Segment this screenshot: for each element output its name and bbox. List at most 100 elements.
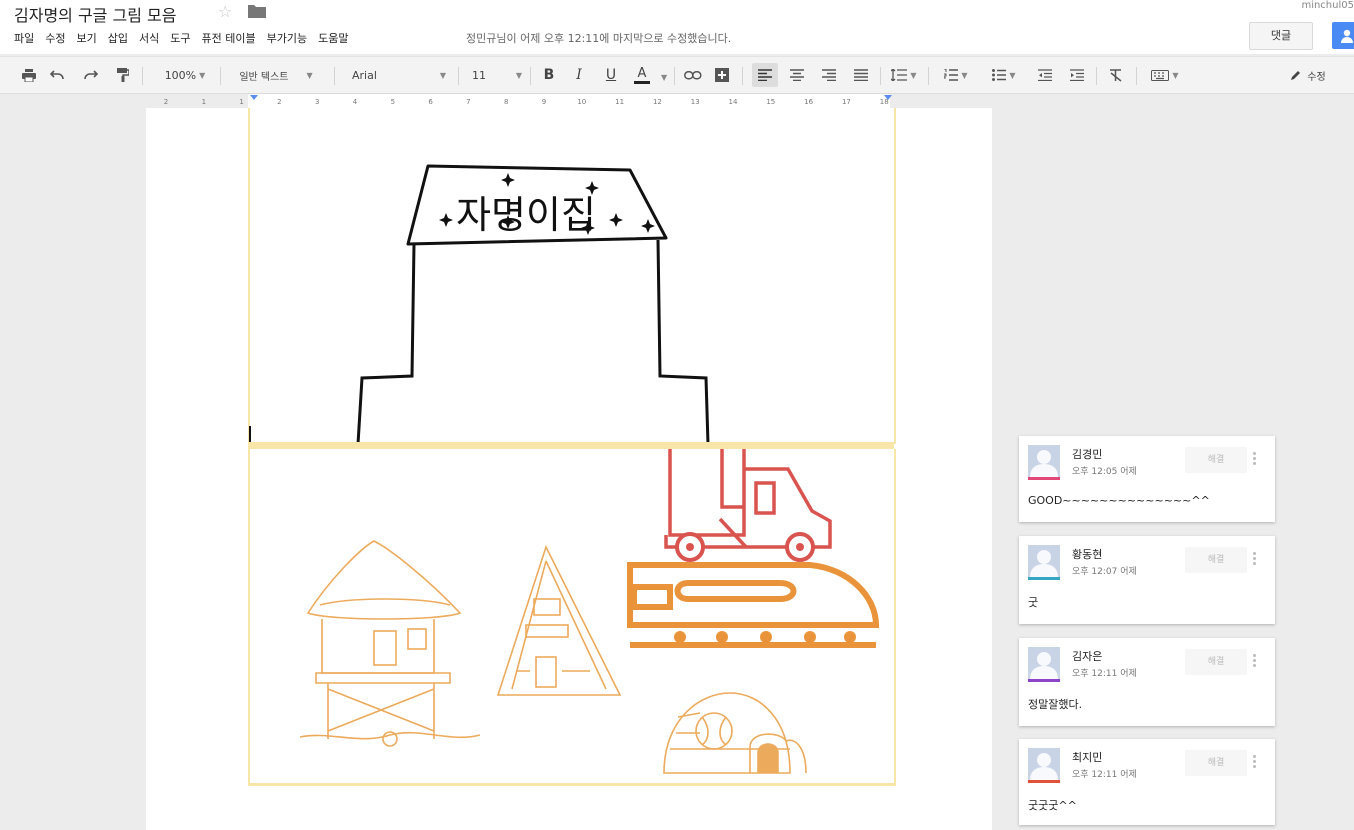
bulleted-list-icon[interactable]: ▼ <box>988 65 1020 85</box>
train-wheels-icon <box>674 631 856 643</box>
numbered-list-icon[interactable]: ▼ <box>940 65 972 85</box>
user-avatar-icon <box>1030 753 1058 780</box>
house-sign-text: 자명이집 <box>456 193 596 237</box>
comments-button[interactable]: 댓글 <box>1249 22 1313 50</box>
comment-card[interactable]: 황동현 오후 12:07 어제 해결 굿 <box>1019 536 1275 624</box>
train-icon <box>627 562 880 648</box>
folder-icon[interactable] <box>248 3 266 18</box>
menu-addons[interactable]: 부가기능 <box>267 30 307 46</box>
app-header: 김자명의 구글 그림 모음 ☆ minchul05 파일 수정 보기 삽입 서식… <box>0 0 1354 54</box>
drawing-buildings[interactable] <box>248 449 896 786</box>
chevron-down-icon: ▼ <box>1009 70 1016 80</box>
more-options-icon[interactable] <box>1253 755 1257 771</box>
resolve-button[interactable]: 해결 <box>1185 447 1247 473</box>
editing-mode-label: 수정 <box>1307 71 1326 83</box>
undo-icon[interactable] <box>48 65 66 85</box>
chevron-down-icon: ▼ <box>199 70 206 80</box>
star-icon[interactable]: ☆ <box>218 2 232 21</box>
left-indent-marker <box>250 95 258 100</box>
underline-button[interactable]: U <box>602 65 620 85</box>
menu-edit[interactable]: 수정 <box>45 30 65 46</box>
align-justify-icon[interactable] <box>852 65 870 85</box>
text-color-button[interactable]: A <box>630 65 654 85</box>
line-spacing-icon[interactable]: ▼ <box>888 65 920 85</box>
bold-button[interactable]: B <box>540 65 558 85</box>
align-right-icon[interactable] <box>820 65 838 85</box>
decrease-indent-icon[interactable] <box>1036 65 1054 85</box>
menu-view[interactable]: 보기 <box>77 30 97 46</box>
toolbar-separator <box>530 67 531 85</box>
menu-help[interactable]: 도움말 <box>318 30 348 46</box>
chevron-down-icon[interactable]: ▼ <box>661 73 667 82</box>
comment-card[interactable]: 김경민 오후 12:05 어제 해결 GOOD~~~~~~~~~~~~~~^^ <box>1019 436 1275 522</box>
menu-insert[interactable]: 삽입 <box>108 30 128 46</box>
avatar-color-bar <box>1028 780 1060 783</box>
ruler-mark: 16 <box>804 98 813 106</box>
avatar <box>1028 647 1060 679</box>
ruler-mark: 6 <box>428 98 433 106</box>
comment-author: 황동현 <box>1072 548 1103 561</box>
toolbar-separator <box>880 67 881 85</box>
resolve-button[interactable]: 해결 <box>1185 547 1247 573</box>
font-value: Arial <box>352 68 377 82</box>
ruler-mark: 18 <box>880 98 889 106</box>
drawing-divider <box>248 442 894 449</box>
toolbar-separator <box>142 67 143 85</box>
ruler-mark: 9 <box>542 98 546 106</box>
comment-text: 굿 <box>1028 596 1039 609</box>
person-icon <box>1341 29 1353 43</box>
more-options-icon[interactable] <box>1253 552 1257 568</box>
toolbar-separator <box>334 67 335 85</box>
editing-mode-button[interactable]: 수정 <box>1284 65 1332 85</box>
chevron-down-icon: ▼ <box>1172 70 1179 80</box>
last-edit-status[interactable]: 정민규님이 어제 오후 12:11에 마지막으로 수정했습니다. <box>466 30 731 46</box>
menu-fusion-table[interactable]: 퓨전 테이블 <box>202 30 256 46</box>
link-icon[interactable] <box>682 65 704 85</box>
chevron-down-icon: ▼ <box>961 70 968 80</box>
ruler-mark: 10 <box>577 98 586 106</box>
clear-formatting-icon[interactable] <box>1106 65 1126 85</box>
print-icon[interactable] <box>20 65 38 85</box>
toolbar-separator <box>742 67 743 85</box>
igloo-icon <box>663 692 807 774</box>
ruler[interactable]: 2 1 1 2 3 4 5 6 7 8 9 10 11 12 13 14 15 16 17 18 <box>146 94 992 109</box>
chevron-down-icon: ▼ <box>515 70 522 80</box>
font-size-select[interactable]: 11 ▼ <box>466 65 522 85</box>
avatar-color-bar <box>1028 477 1060 480</box>
comment-author: 김경민 <box>1072 448 1103 461</box>
comment-text: GOOD~~~~~~~~~~~~~~^^ <box>1028 494 1210 507</box>
align-left-icon[interactable] <box>752 63 778 87</box>
redo-icon[interactable] <box>82 65 100 85</box>
comment-card[interactable]: 최지민 오후 12:11 어제 해결 굿굿굿^^ <box>1019 739 1275 825</box>
more-options-icon[interactable] <box>1253 452 1257 468</box>
ruler-mark: 2 <box>277 98 281 106</box>
italic-button[interactable]: I <box>570 65 588 85</box>
ruler-scale: 2 1 1 2 3 4 5 6 7 8 9 10 11 12 13 14 15 16 17 18 <box>146 94 992 108</box>
ruler-mark: 2 <box>164 98 168 106</box>
menu-tools[interactable]: 도구 <box>170 30 190 46</box>
menu-format[interactable]: 서식 <box>139 30 159 46</box>
menu-file[interactable]: 파일 <box>14 30 34 46</box>
drawing-house[interactable]: 자명이집 <box>248 108 896 445</box>
style-select[interactable]: 일반 텍스트 ▼ <box>228 65 324 85</box>
align-center-icon[interactable] <box>788 65 806 85</box>
input-tools-icon[interactable]: ▼ <box>1144 65 1186 85</box>
user-account-name[interactable]: minchul05 <box>1301 0 1354 11</box>
comment-card[interactable]: 김자은 오후 12:11 어제 해결 정말잘했다. <box>1019 638 1275 726</box>
comment-time: 오후 12:05 어제 <box>1072 467 1137 477</box>
more-options-icon[interactable] <box>1253 654 1257 670</box>
resolve-button[interactable]: 해결 <box>1185 750 1247 776</box>
share-button[interactable] <box>1332 22 1354 49</box>
comment-time: 오후 12:11 어제 <box>1072 669 1137 679</box>
font-select[interactable]: Arial ▼ <box>342 65 446 85</box>
zoom-select[interactable]: 100% ▼ <box>156 65 214 85</box>
document-title[interactable]: 김자명의 구글 그림 모음 <box>14 2 176 26</box>
insert-comment-icon[interactable] <box>712 65 732 85</box>
ruler-mark: 1 <box>202 98 206 106</box>
resolve-button[interactable]: 해결 <box>1185 649 1247 675</box>
paint-format-icon[interactable] <box>114 65 132 85</box>
ruler-mark: 1 <box>239 98 243 106</box>
increase-indent-icon[interactable] <box>1068 65 1086 85</box>
style-value: 일반 텍스트 <box>239 71 289 83</box>
ruler-mark: 14 <box>729 98 738 106</box>
